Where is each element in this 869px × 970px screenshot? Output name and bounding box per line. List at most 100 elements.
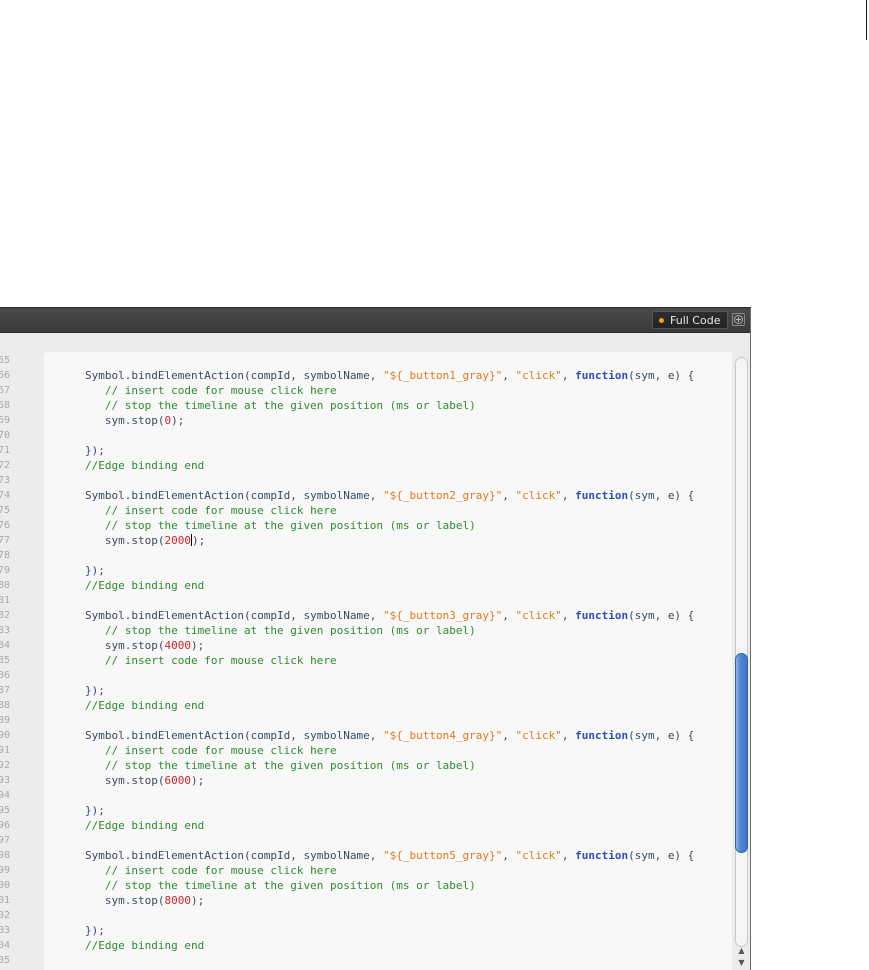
- code-line[interactable]: 88 //Edge binding end: [0, 698, 732, 713]
- code-line[interactable]: 80 //Edge binding end: [0, 578, 732, 593]
- code-line[interactable]: 99 // insert code for mouse click here: [0, 863, 732, 878]
- code-token: // insert code for mouse click here: [85, 504, 337, 517]
- code-line[interactable]: 84 sym.stop(4000);: [0, 638, 732, 653]
- line-source: });: [85, 563, 105, 578]
- code-token: //Edge binding end: [85, 459, 205, 472]
- code-line[interactable]: 65: [0, 353, 732, 368]
- line-number: 81: [0, 595, 10, 606]
- line-number: 97: [0, 835, 10, 846]
- code-token: //Edge binding end: [85, 939, 205, 952]
- code-line[interactable]: 87});: [0, 683, 732, 698]
- code-line[interactable]: 101 sym.stop(8000);: [0, 893, 732, 908]
- code-line[interactable]: 81: [0, 593, 732, 608]
- code-line[interactable]: 85 // insert code for mouse click here: [0, 653, 732, 668]
- line-number: 85: [0, 655, 10, 666]
- code-line[interactable]: 89: [0, 713, 732, 728]
- full-code-button[interactable]: Full Code: [652, 311, 729, 329]
- code-line[interactable]: 69 sym.stop(0);: [0, 413, 732, 428]
- code-line[interactable]: 66 Symbol.bindElementAction(compId, symbo…: [0, 368, 732, 383]
- code-token: "${_button2_gray}": [383, 489, 503, 502]
- line-source: sym.stop(8000);: [85, 893, 204, 908]
- code-line[interactable]: 78: [0, 548, 732, 563]
- line-number: 69: [0, 415, 10, 426]
- code-line[interactable]: 79});: [0, 563, 732, 578]
- line-number: 92: [0, 760, 10, 771]
- code-line[interactable]: 102: [0, 908, 732, 923]
- code-token: });: [85, 564, 105, 577]
- code-token: "click": [515, 369, 562, 382]
- code-token: Symbol.bindElementAction(compId, symbolN…: [85, 609, 384, 622]
- line-number: 71: [0, 445, 10, 456]
- code-line[interactable]: 90 Symbol.bindElementAction(compId, symbo…: [0, 728, 732, 743]
- code-token: Symbol.bindElementAction(compId, symbolN…: [85, 369, 384, 382]
- scroll-down-arrow-icon[interactable]: ▼: [735, 957, 748, 969]
- code-token: "${_button5_gray}": [383, 849, 503, 862]
- line-number: 95: [0, 805, 10, 816]
- vertical-scrollbar[interactable]: ▲ ▼: [732, 333, 750, 970]
- code-line[interactable]: 92 // stop the timeline at the given pos…: [0, 758, 732, 773]
- code-line[interactable]: 91 // insert code for mouse click here: [0, 743, 732, 758]
- code-line[interactable]: 74 Symbol.bindElementAction(compId, symbo…: [0, 488, 732, 503]
- line-number: 70: [0, 430, 10, 441]
- line-source: //Edge binding end: [85, 458, 204, 473]
- line-number: 88: [0, 700, 10, 711]
- line-source: });: [85, 923, 105, 938]
- code-line[interactable]: 96 //Edge binding end: [0, 818, 732, 833]
- code-token: );: [191, 534, 206, 547]
- code-token: // insert code for mouse click here: [85, 744, 337, 757]
- code-token: );: [190, 894, 205, 907]
- code-token: function: [575, 609, 629, 622]
- window-edge: [866, 0, 867, 40]
- line-source: //Edge binding end: [85, 578, 204, 593]
- code-line[interactable]: 73: [0, 473, 732, 488]
- code-token: Symbol.bindElementAction(compId, symbolN…: [85, 849, 384, 862]
- scroll-thumb[interactable]: [735, 653, 748, 853]
- line-source: // stop the timeline at the given positi…: [85, 398, 476, 413]
- code-line[interactable]: 83 // stop the timeline at the given pos…: [0, 623, 732, 638]
- line-number: 78: [0, 550, 10, 561]
- code-line[interactable]: 100 // stop the timeline at the given po…: [0, 878, 732, 893]
- line-source: //Edge binding end: [85, 698, 204, 713]
- scroll-up-arrow-icon[interactable]: ▲: [735, 945, 748, 957]
- line-source: // insert code for mouse click here: [85, 863, 337, 878]
- line-number: 96: [0, 820, 10, 831]
- code-line[interactable]: 72 //Edge binding end: [0, 458, 732, 473]
- line-number: 87: [0, 685, 10, 696]
- line-number: 79: [0, 565, 10, 576]
- code-line[interactable]: 71});: [0, 443, 732, 458]
- code-line[interactable]: 105: [0, 953, 732, 968]
- code-line[interactable]: 75 // insert code for mouse click here: [0, 503, 732, 518]
- line-number: 67: [0, 385, 10, 396]
- code-line[interactable]: 93 sym.stop(6000);: [0, 773, 732, 788]
- line-source: // stop the timeline at the given positi…: [85, 878, 476, 893]
- code-token: ,: [561, 849, 576, 862]
- code-line[interactable]: 68 // stop the timeline at the given pos…: [0, 398, 732, 413]
- code-editor-window: Full Code 65 66 Symbol.bindElementAction(c…: [0, 307, 751, 970]
- code-token: function: [575, 489, 629, 502]
- code-token: // insert code for mouse click here: [85, 864, 337, 877]
- code-line[interactable]: 82 Symbol.bindElementAction(compId, symbo…: [0, 608, 732, 623]
- code-line[interactable]: 77 sym.stop(2000);: [0, 533, 732, 548]
- code-line[interactable]: 86: [0, 668, 732, 683]
- code-token: "${_button3_gray}": [383, 609, 503, 622]
- line-source: Symbol.bindElementAction(compId, symbolN…: [85, 728, 694, 743]
- code-token: );: [190, 639, 205, 652]
- code-line[interactable]: 70: [0, 428, 732, 443]
- code-line[interactable]: 95});: [0, 803, 732, 818]
- code-line[interactable]: 94: [0, 788, 732, 803]
- code-line[interactable]: 98 Symbol.bindElementAction(compId, symbo…: [0, 848, 732, 863]
- page: Full Code 65 66 Symbol.bindElementAction(c…: [0, 0, 869, 970]
- line-source: // stop the timeline at the given positi…: [85, 623, 476, 638]
- code-line[interactable]: 103});: [0, 923, 732, 938]
- code-line[interactable]: 97: [0, 833, 732, 848]
- add-action-button[interactable]: [732, 313, 745, 326]
- line-source: Symbol.bindElementAction(compId, symbolN…: [85, 488, 694, 503]
- line-source: sym.stop(2000);: [85, 533, 205, 548]
- code-token: });: [85, 444, 105, 457]
- scroll-track[interactable]: [735, 357, 748, 947]
- code-lines[interactable]: 65 66 Symbol.bindElementAction(compId, sym…: [0, 353, 732, 968]
- code-line[interactable]: 104 //Edge binding end: [0, 938, 732, 953]
- code-line[interactable]: 76 // stop the timeline at the given pos…: [0, 518, 732, 533]
- line-source: // stop the timeline at the given positi…: [85, 518, 476, 533]
- code-line[interactable]: 67 // insert code for mouse click here: [0, 383, 732, 398]
